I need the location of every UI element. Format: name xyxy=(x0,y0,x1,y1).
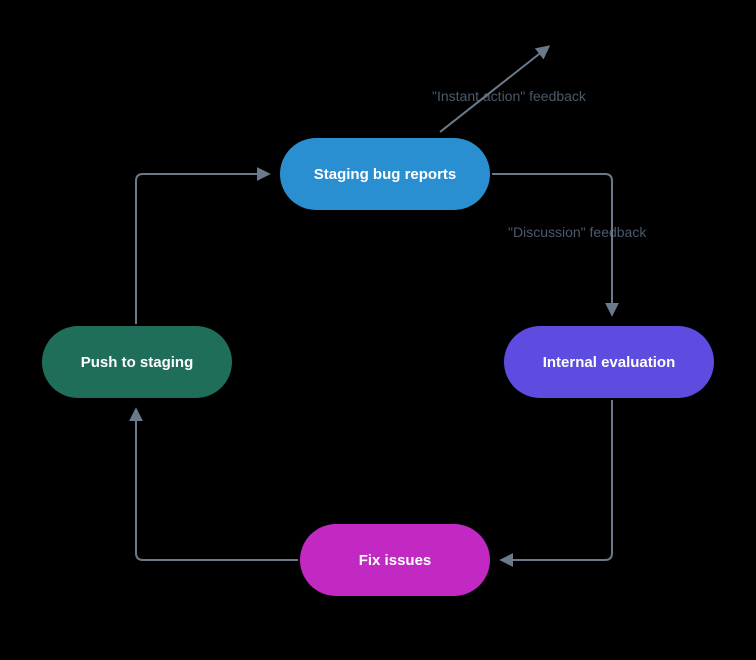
label-instant-action-feedback: "Instant action" feedback xyxy=(432,88,586,104)
node-label: Internal evaluation xyxy=(543,354,676,371)
node-label: Push to staging xyxy=(81,354,194,371)
node-push-to-staging: Push to staging xyxy=(42,326,232,398)
arrow-fix-to-push xyxy=(136,410,298,560)
node-label: Fix issues xyxy=(359,552,432,569)
node-fix-issues: Fix issues xyxy=(300,524,490,596)
label-discussion-feedback: "Discussion" feedback xyxy=(508,224,646,240)
node-staging-bug-reports: Staging bug reports xyxy=(280,138,490,210)
arrow-staging-to-internal xyxy=(492,174,612,314)
node-internal-evaluation: Internal evaluation xyxy=(504,326,714,398)
arrow-push-to-staging xyxy=(136,174,268,324)
node-label: Staging bug reports xyxy=(314,166,457,183)
arrow-internal-to-fix xyxy=(502,400,612,560)
